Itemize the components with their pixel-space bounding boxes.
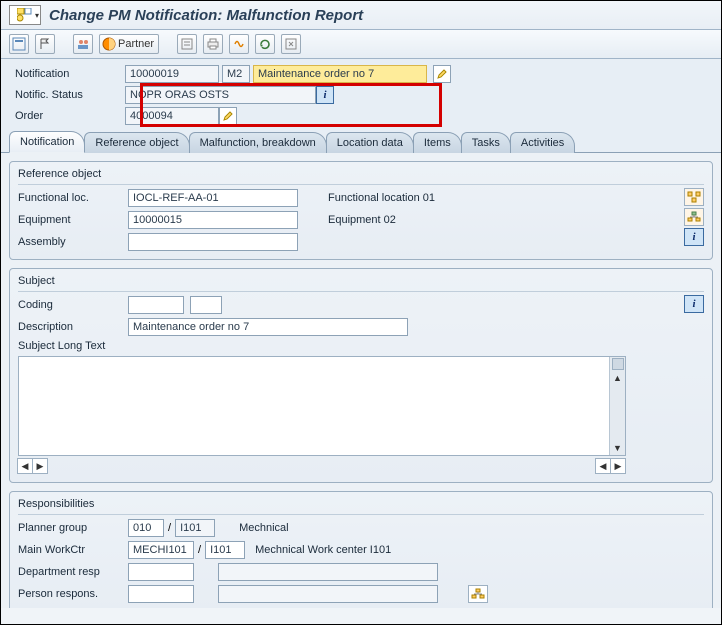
equipment-desc: Equipment 02 bbox=[328, 214, 396, 226]
functional-loc-label: Functional loc. bbox=[18, 192, 128, 204]
tab-malfunction-breakdown[interactable]: Malfunction, breakdown bbox=[189, 132, 327, 153]
main-workctr-label: Main WorkCtr bbox=[18, 544, 128, 556]
main-workctr-desc: Mechnical Work center I101 bbox=[255, 544, 391, 556]
functional-loc-field[interactable] bbox=[128, 189, 298, 207]
nav-left-button-2[interactable]: ◀ bbox=[595, 458, 611, 474]
coding-field-1[interactable] bbox=[128, 296, 184, 314]
equipment-field[interactable] bbox=[128, 211, 298, 229]
scroll-down-button[interactable]: ▼ bbox=[610, 441, 625, 455]
services-button[interactable] bbox=[281, 34, 301, 54]
order-label: Order bbox=[15, 110, 125, 122]
department-resp-label: Department resp bbox=[18, 566, 128, 578]
description-field[interactable] bbox=[128, 318, 408, 336]
nav-right-button-2[interactable]: ▶ bbox=[610, 458, 626, 474]
partner-label: Partner bbox=[118, 38, 154, 50]
notification-label: Notification bbox=[15, 68, 125, 80]
notification-desc-field[interactable] bbox=[253, 65, 427, 83]
main-workctr-field-2[interactable] bbox=[205, 541, 245, 559]
status-button[interactable] bbox=[229, 34, 249, 54]
department-resp-desc-field bbox=[218, 563, 438, 581]
person-respons-label: Person respons. bbox=[18, 588, 128, 600]
person-respons-field[interactable] bbox=[128, 585, 194, 603]
edit-order-button[interactable] bbox=[219, 107, 237, 125]
order-field bbox=[125, 107, 219, 125]
person-respons-desc-field bbox=[218, 585, 438, 603]
responsibilities-group: Responsibilities Planner group / Mechnic… bbox=[9, 491, 713, 608]
hierarchy-button[interactable] bbox=[684, 208, 704, 226]
app-menu-icon[interactable] bbox=[9, 5, 41, 25]
tab-strip: NotificationReference objectMalfunction,… bbox=[1, 130, 721, 153]
ref-object-info-button[interactable]: i bbox=[684, 228, 704, 246]
responsibilities-title: Responsibilities bbox=[18, 498, 704, 515]
main-workctr-field-1[interactable] bbox=[128, 541, 194, 559]
page-title: Change PM Notification: Malfunction Repo… bbox=[49, 7, 363, 24]
tab-reference-object[interactable]: Reference object bbox=[84, 132, 189, 153]
notification-number-field bbox=[125, 65, 219, 83]
department-resp-field[interactable] bbox=[128, 563, 194, 581]
subject-longtext-area[interactable]: ▲ ▼ bbox=[18, 356, 626, 456]
notification-list-button[interactable] bbox=[177, 34, 197, 54]
assembly-label: Assembly bbox=[18, 236, 128, 248]
edit-desc-button[interactable] bbox=[433, 65, 451, 83]
partner-button[interactable]: Partner bbox=[99, 34, 159, 54]
slash-sep-2: / bbox=[194, 544, 205, 556]
person-respons-hierarchy-button[interactable] bbox=[468, 585, 488, 603]
tab-notification-content: Reference object Functional loc. Functio… bbox=[1, 153, 721, 608]
planner-group-field-2 bbox=[175, 519, 215, 537]
subject-group: Subject i Coding Description Subject Lon… bbox=[9, 268, 713, 483]
reference-object-title: Reference object bbox=[18, 168, 704, 185]
tab-location-data[interactable]: Location data bbox=[326, 132, 414, 153]
equipment-label: Equipment bbox=[18, 214, 128, 226]
subject-info-button[interactable]: i bbox=[684, 295, 704, 313]
flag-button[interactable] bbox=[35, 34, 55, 54]
status-label: Notific. Status bbox=[15, 89, 125, 101]
print-button[interactable] bbox=[203, 34, 223, 54]
longtext-scrollbar[interactable]: ▲ ▼ bbox=[609, 357, 625, 455]
planner-group-desc: Mechnical bbox=[239, 522, 289, 534]
functional-loc-desc: Functional location 01 bbox=[328, 192, 435, 204]
partner-icon-button[interactable] bbox=[73, 34, 93, 54]
status-info-button[interactable]: i bbox=[316, 86, 334, 104]
notification-type-field bbox=[222, 65, 250, 83]
display-header-button[interactable] bbox=[9, 34, 29, 54]
refresh-button[interactable] bbox=[255, 34, 275, 54]
nav-left-button[interactable]: ◀ bbox=[17, 458, 33, 474]
nav-right-button[interactable]: ▶ bbox=[32, 458, 48, 474]
tab-items[interactable]: Items bbox=[413, 132, 462, 153]
description-label: Description bbox=[18, 321, 128, 333]
slash-sep: / bbox=[164, 522, 175, 534]
coding-field-2[interactable] bbox=[190, 296, 222, 314]
planner-group-label: Planner group bbox=[18, 522, 128, 534]
planner-group-field-1[interactable] bbox=[128, 519, 164, 537]
tab-tasks[interactable]: Tasks bbox=[461, 132, 511, 153]
structure-list-button[interactable] bbox=[684, 188, 704, 206]
subject-title: Subject bbox=[18, 275, 704, 292]
longtext-label: Subject Long Text bbox=[18, 340, 105, 352]
coding-label: Coding bbox=[18, 299, 128, 311]
scroll-grip-icon bbox=[612, 358, 624, 370]
reference-object-group: Reference object Functional loc. Functio… bbox=[9, 161, 713, 260]
longtext-nav: ◀ ▶ ◀ ▶ bbox=[18, 458, 626, 474]
tab-notification[interactable]: Notification bbox=[9, 131, 85, 153]
assembly-field[interactable] bbox=[128, 233, 298, 251]
status-field bbox=[125, 86, 316, 104]
tab-activities[interactable]: Activities bbox=[510, 132, 575, 153]
scroll-up-button[interactable]: ▲ bbox=[612, 371, 624, 385]
